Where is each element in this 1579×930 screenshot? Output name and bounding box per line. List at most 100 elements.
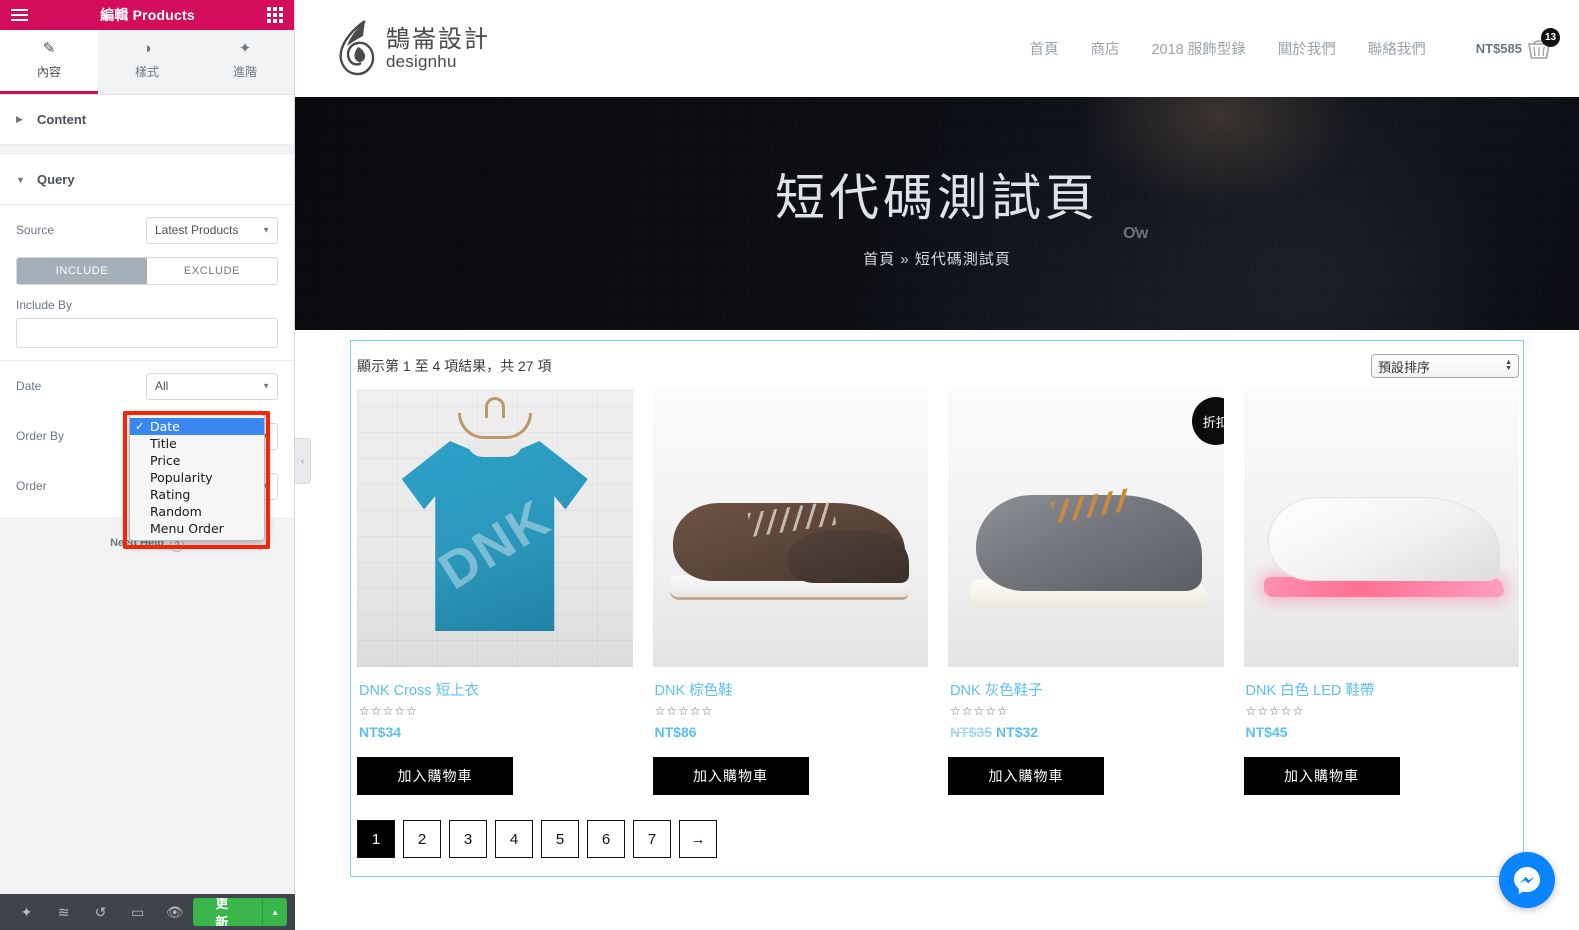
chevron-down-icon: ▼ — [262, 225, 270, 235]
product-card: DNK 白色 LED 鞋帶 ☆☆☆☆☆ NT$45 加入購物車 — [1243, 389, 1520, 795]
section-content[interactable]: ▶ Content — [0, 95, 294, 145]
panel-gap — [0, 145, 294, 155]
dropdown-option-random[interactable]: Random — [130, 503, 264, 520]
order-label: Order — [16, 479, 47, 493]
product-image[interactable] — [652, 389, 928, 667]
include-exclude-toggle: INCLUDE EXCLUDE — [16, 257, 278, 285]
dropdown-option-rating[interactable]: Rating — [130, 486, 264, 503]
page-button-3[interactable]: 3 — [449, 820, 487, 858]
history-icon[interactable]: ↺ — [82, 894, 119, 930]
page-button-5[interactable]: 5 — [541, 820, 579, 858]
order-by-dropdown-list[interactable]: ✓ Date Title Price Popularity Rating Ran… — [129, 414, 265, 541]
cart-widget[interactable]: NT$585 13 — [1476, 27, 1560, 61]
panel-header: 編輯 Products — [0, 0, 294, 30]
update-button[interactable]: 更新 — [193, 898, 263, 926]
products-widget: 顯示第 1 至 4 項結果，共 27 項 預設排序 ▲ ▼ DNK DNK Cr… — [350, 340, 1524, 877]
site-header: 鵠崙設計 designhu 首頁 商店 2018 服飾型錄 關於我們 聯絡我們 … — [295, 0, 1579, 97]
tab-style-label: 樣式 — [134, 65, 159, 79]
dropdown-option-date[interactable]: ✓ Date — [130, 418, 264, 435]
order-by-label: Order By — [16, 429, 65, 443]
include-tab[interactable]: INCLUDE — [17, 258, 147, 284]
update-options-caret-icon[interactable]: ▲ — [262, 898, 287, 926]
product-price: NT$45 — [1244, 718, 1520, 740]
price-current: NT$45 — [1245, 724, 1288, 740]
add-to-cart-button[interactable]: 加入購物車 — [1243, 757, 1400, 795]
dropdown-option-label: Random — [150, 504, 202, 519]
layers-icon[interactable]: ≋ — [45, 894, 82, 930]
orderby-select[interactable]: 預設排序 ▲ ▼ — [1371, 354, 1519, 378]
preview-eye-icon[interactable]: 👁 — [156, 894, 193, 930]
price-original: NT$35 — [950, 724, 993, 740]
dropdown-option-label: Title — [150, 436, 177, 451]
shop-toolbar: 顯示第 1 至 4 項結果，共 27 項 預設排序 ▲ ▼ — [351, 341, 1523, 389]
date-select[interactable]: All ▼ — [146, 372, 278, 400]
section-query[interactable]: ▼ Query — [0, 155, 294, 205]
page-button-2[interactable]: 2 — [403, 820, 441, 858]
nav-item-shop[interactable]: 商店 — [1090, 38, 1119, 59]
price-current: NT$86 — [654, 724, 697, 740]
dropdown-option-title[interactable]: Title — [130, 435, 264, 452]
page-next-button[interactable]: → — [679, 820, 717, 858]
dropdown-option-price[interactable]: Price — [130, 452, 264, 469]
gear-icon: ✦ — [238, 40, 252, 57]
dropdown-option-menu-order[interactable]: Menu Order — [130, 520, 264, 537]
panel-collapse-handle[interactable]: ‹ — [295, 438, 311, 484]
hamburger-icon[interactable] — [11, 9, 28, 21]
rating-stars: ☆☆☆☆☆ — [1245, 704, 1305, 718]
nav-item-about[interactable]: 關於我們 — [1278, 38, 1336, 59]
tab-advanced[interactable]: ✦ 進階 — [196, 30, 294, 94]
chevron-left-icon: ‹ — [300, 455, 305, 467]
result-count: 顯示第 1 至 4 項結果，共 27 項 — [357, 358, 552, 374]
update-button-group: 更新 ▲ — [193, 898, 287, 926]
gear-icon[interactable]: ✦ — [8, 894, 45, 930]
rating-stars: ☆☆☆☆☆ — [950, 704, 1009, 718]
add-to-cart-button[interactable]: 加入購物車 — [948, 757, 1104, 795]
page-button-6[interactable]: 6 — [587, 820, 625, 858]
product-image[interactable] — [1243, 389, 1519, 667]
product-title[interactable]: DNK Cross 短上衣 — [357, 667, 633, 700]
page-button-7[interactable]: 7 — [633, 820, 671, 858]
orderby-value: 預設排序 — [1378, 359, 1431, 375]
site-nav: 首頁 商店 2018 服飾型錄 關於我們 聯絡我們 NT$585 13 — [1029, 27, 1560, 61]
tab-advanced-label: 進階 — [232, 65, 257, 79]
tab-content[interactable]: ✎ 內容 — [0, 30, 98, 94]
include-by-input[interactable] — [16, 318, 278, 348]
source-select[interactable]: Latest Products ▼ — [146, 216, 278, 244]
product-title[interactable]: DNK 棕色鞋 — [653, 667, 929, 700]
check-icon: ✓ — [135, 420, 145, 433]
chevron-down-icon: ▼ — [262, 381, 270, 391]
source-value: Latest Products — [155, 223, 239, 237]
rating-stars: ☆☆☆☆☆ — [654, 704, 714, 718]
chevron-right-icon: ▶ — [16, 114, 23, 124]
tab-style[interactable]: ◑ 樣式 — [98, 30, 196, 94]
messenger-chat-button[interactable] — [1499, 852, 1555, 908]
product-image[interactable]: 折扣! — [948, 389, 1224, 667]
nav-item-home[interactable]: 首頁 — [1029, 38, 1058, 59]
responsive-icon[interactable]: ▭ — [119, 894, 156, 930]
page-button-4[interactable]: 4 — [495, 820, 533, 858]
add-to-cart-button[interactable]: 加入購物車 — [357, 757, 513, 795]
source-label: Source — [16, 223, 55, 237]
add-to-cart-button[interactable]: 加入購物車 — [652, 757, 809, 795]
product-title[interactable]: DNK 白色 LED 鞋帶 — [1244, 667, 1520, 700]
control-source: Source Latest Products ▼ — [0, 205, 294, 255]
site-logo[interactable]: 鵠崙設計 designhu — [335, 19, 490, 79]
product-image[interactable]: DNK — [357, 389, 633, 667]
dropdown-option-popularity[interactable]: Popularity — [130, 469, 264, 486]
nav-item-catalog[interactable]: 2018 服飾型錄 — [1151, 38, 1245, 59]
designhu-logo-icon — [339, 19, 375, 75]
screen: 編輯 Products ✎ 內容 ◑ 樣式 ✦ 進階 ▶ Content ▼ Q… — [0, 0, 1579, 930]
page-button-1[interactable]: 1 — [357, 820, 395, 858]
grid-icon[interactable] — [267, 7, 283, 23]
dropdown-option-label: Rating — [150, 487, 191, 502]
product-title[interactable]: DNK 灰色鞋子 — [948, 667, 1224, 700]
nav-item-contact[interactable]: 聯絡我們 — [1368, 38, 1426, 59]
product-price: NT$34 — [357, 718, 633, 740]
section-query-label: Query — [37, 172, 75, 187]
elementor-panel: 編輯 Products ✎ 內容 ◑ 樣式 ✦ 進階 ▶ Content ▼ Q… — [0, 0, 295, 930]
dropdown-option-label: Date — [150, 419, 180, 434]
contrast-icon: ◑ — [142, 40, 152, 57]
page-title: 短代碼測試頁 — [775, 170, 1099, 226]
exclude-tab[interactable]: EXCLUDE — [147, 258, 277, 284]
control-date: Date All ▼ — [0, 361, 294, 411]
